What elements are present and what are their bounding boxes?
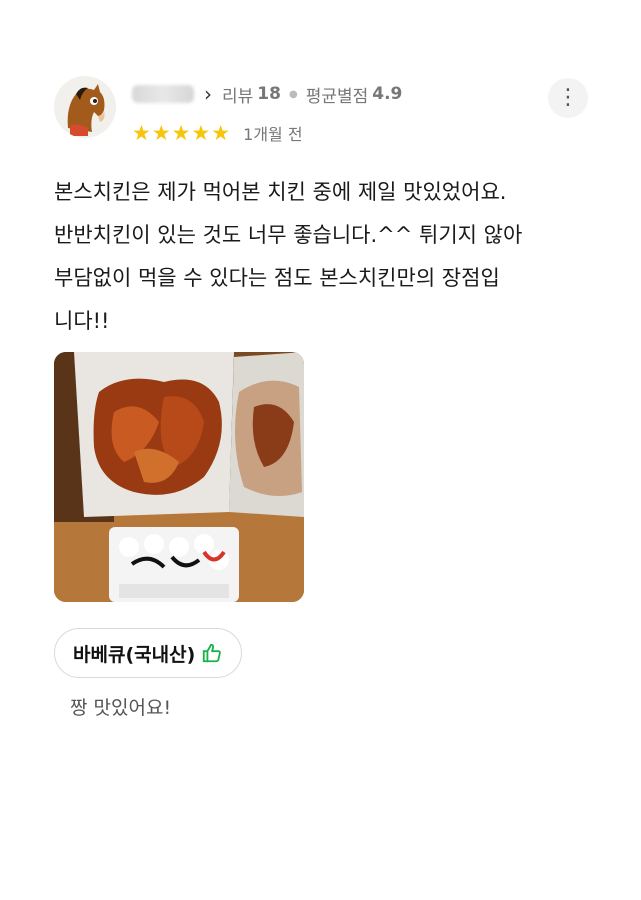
avg-rating-value: 4.9 <box>372 84 403 104</box>
review-date: 1개월 전 <box>243 125 303 144</box>
avatar[interactable] <box>54 76 116 138</box>
reviewer-stats: 리뷰 18 ● 평균별점 4.9 <box>222 82 402 107</box>
horse-avatar-icon <box>54 76 116 138</box>
more-vertical-icon: ⋮ <box>557 85 579 110</box>
review-header: › 리뷰 18 ● 평균별점 4.9 ⋮ ★★★★★ 1개월 전 <box>54 76 594 146</box>
star-rating: ★★★★★ <box>132 121 232 145</box>
review-count-value: 18 <box>257 84 281 104</box>
user-info-row[interactable]: › 리뷰 18 ● 평균별점 4.9 <box>132 82 402 107</box>
chicken-photo-image <box>54 352 304 602</box>
avg-rating-label: 평균별점 <box>305 86 369 107</box>
review-photo[interactable] <box>54 352 304 602</box>
username-blurred[interactable] <box>132 85 194 103</box>
review-text: 본스치킨은 제가 먹어본 치킨 중에 제일 맛있었어요. 반반치킨이 있는 것도… <box>54 180 523 333</box>
chevron-right-icon[interactable]: › <box>204 84 212 104</box>
rating-row: ★★★★★ 1개월 전 <box>132 121 303 145</box>
menu-tag-label: 바베큐(국내산) <box>73 643 196 666</box>
thumbs-up-icon <box>203 643 222 663</box>
more-options-button[interactable]: ⋮ <box>548 78 588 118</box>
menu-tag-chip[interactable]: 바베큐(국내산) <box>54 628 243 678</box>
review-count-label: 리뷰 <box>222 86 254 107</box>
menu-comment: 짱 맛있어요! <box>70 697 172 719</box>
separator-dot: ● <box>288 88 298 100</box>
